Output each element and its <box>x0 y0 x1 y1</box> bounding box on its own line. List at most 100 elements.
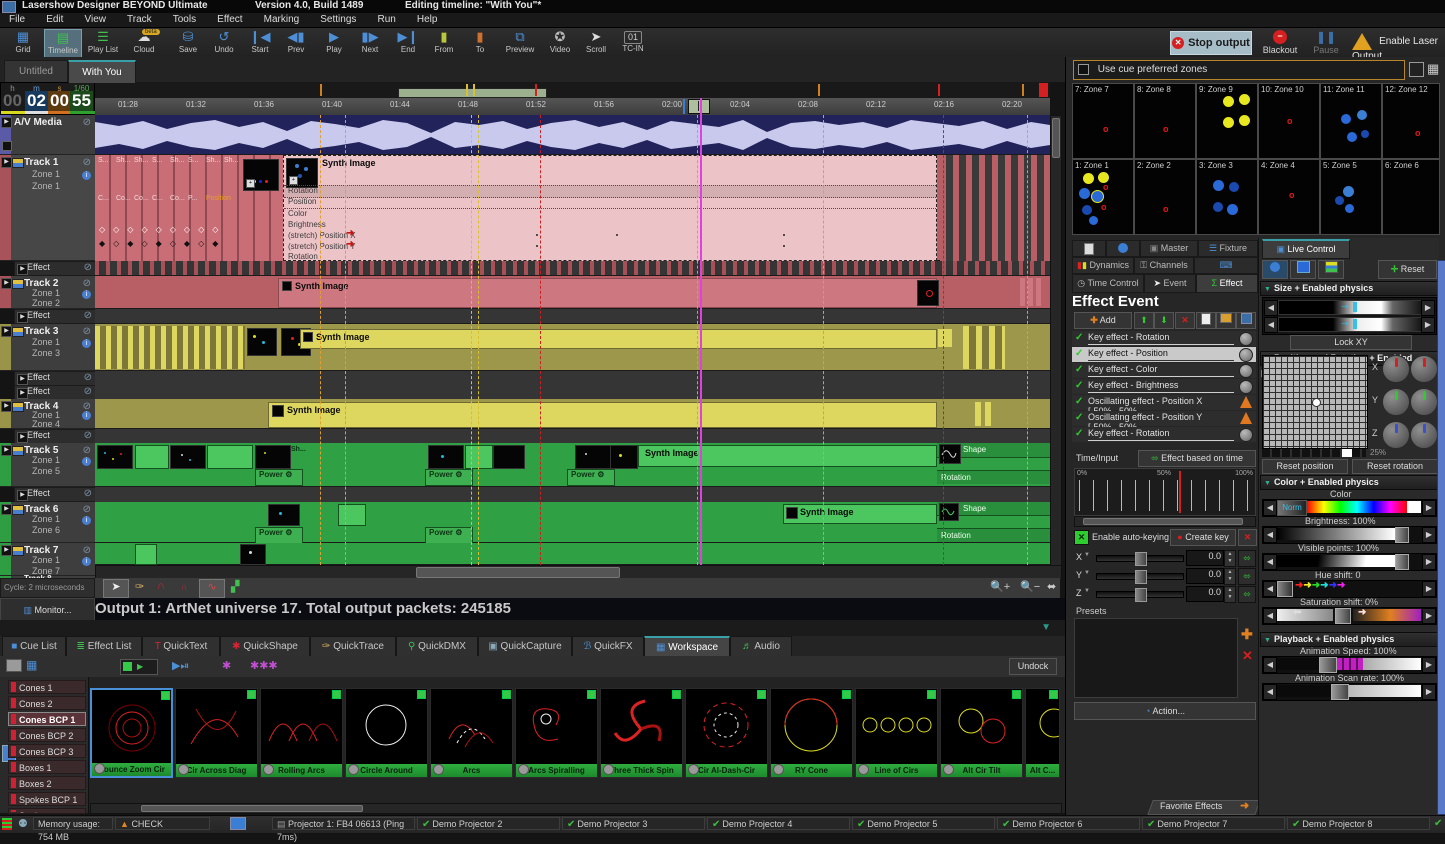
size-y-left-arrow[interactable]: ◀ <box>1264 317 1278 333</box>
color-norm-handle[interactable]: Norm <box>1277 500 1307 516</box>
clip-thumbnail[interactable]: + <box>286 158 318 188</box>
hue-shift-handle[interactable] <box>1277 581 1293 597</box>
tab-untitled[interactable]: Untitled <box>4 60 68 82</box>
zone-info-icon[interactable]: i <box>82 171 91 180</box>
track7-content[interactable] <box>95 543 1050 565</box>
x-spinner[interactable]: ▲▼ <box>1224 550 1236 567</box>
clip-thumbnail[interactable] <box>493 445 525 469</box>
zone-cell-3[interactable]: 3: Zone 3 <box>1196 159 1258 235</box>
track-header-6[interactable]: ▶ Track 6 ⊘ Zone 1 Zone 6 i <box>0 502 95 543</box>
clip-thumbnail[interactable] <box>610 445 638 469</box>
marker-strip[interactable] <box>95 82 1050 98</box>
z-spinner[interactable]: ▲▼ <box>1224 586 1236 603</box>
zone-cell-11[interactable]: 11: Zone 11 <box>1320 83 1382 159</box>
hue-shift-slider[interactable]: ◀ ➜➜➜➜➜➜ ▶ <box>1262 580 1437 598</box>
tab-effect[interactable]: Σ Effect <box>1196 274 1258 293</box>
track1-right-clips[interactable] <box>940 155 1050 261</box>
tab-quickdmx[interactable]: ⚲ QuickDMX <box>396 636 478 657</box>
page-cones-bcp-2[interactable]: Cones BCP 2 <box>8 728 86 742</box>
cue-ry-cone[interactable]: RY Cone <box>770 688 853 778</box>
size-y-slider[interactable]: ⇢ <box>1278 317 1422 332</box>
effect-strip[interactable] <box>95 371 1050 386</box>
clip-thumbnail[interactable] <box>240 544 266 565</box>
save-button[interactable]: ⛁Save <box>172 29 204 56</box>
synth-image-clip[interactable]: Synth Image <box>278 278 937 308</box>
track3-bars[interactable] <box>95 326 245 369</box>
tab-time-control[interactable]: ◷ Time Control <box>1072 274 1144 293</box>
event-key-color[interactable]: ✓Key effect - Color <box>1072 363 1256 378</box>
expand-icon[interactable]: ▶ <box>1 117 12 128</box>
effect-row-header[interactable]: Effect⊘▶ <box>14 385 97 400</box>
track-header-1[interactable]: ▶ Track 1 ⊘ Zone 1 Zone 1 i <box>0 155 95 261</box>
folder-icon[interactable] <box>6 659 22 672</box>
monitor-button[interactable]: ▥ Monitor... <box>0 598 95 622</box>
presets-box[interactable] <box>1074 618 1238 698</box>
zoom-out-icon[interactable]: 🔍− <box>1020 580 1040 593</box>
use-cue-preferred-zones[interactable]: Use cue preferred zones <box>1073 60 1405 80</box>
tab-workspace[interactable]: ▦ Workspace <box>644 636 730 658</box>
clip-thumbnail[interactable] <box>917 280 939 306</box>
tab-quicktext[interactable]: T QuickText <box>142 636 220 657</box>
disable-icon[interactable]: ⊘ <box>83 117 91 128</box>
cue-bounce-zoom-cir[interactable]: Bounce Zoom Cir <box>90 688 173 778</box>
track4-content[interactable]: Synth Image <box>95 399 1050 429</box>
clip-thumbnail[interactable] <box>268 504 300 526</box>
menu-settings[interactable]: Settings <box>311 13 365 26</box>
menu-view[interactable]: View <box>75 13 115 26</box>
power-effect[interactable]: Power ⚙ <box>425 527 473 544</box>
move-down-button[interactable]: ⬇ <box>1154 312 1174 329</box>
solo-toggle[interactable] <box>2 141 12 151</box>
power-effect[interactable]: Power ⚙ <box>255 469 303 486</box>
size-x-right-arrow[interactable]: ▶ <box>1421 300 1435 316</box>
add-preset-icon[interactable]: ✚ <box>1241 626 1253 643</box>
menu-help[interactable]: Help <box>408 13 447 26</box>
cue-line-of-cirs[interactable]: Line of Cirs <box>855 688 938 778</box>
synth-image-clip[interactable]: Synth Image <box>638 445 937 467</box>
effect-strip[interactable] <box>95 487 1050 503</box>
effect-strip[interactable] <box>95 261 1050 276</box>
zone-cell-5[interactable]: 5: Zone 5 <box>1320 159 1382 235</box>
lc-globe-button[interactable] <box>1262 260 1288 279</box>
clip-thumbnail[interactable] <box>97 445 133 469</box>
menu-edit[interactable]: Edit <box>37 13 72 26</box>
menu-track[interactable]: Track <box>118 13 161 26</box>
menu-run[interactable]: Run <box>368 13 404 26</box>
zone-cell-10[interactable]: 10: Zone 10o <box>1258 83 1320 159</box>
visible-points-handle[interactable] <box>1395 554 1409 570</box>
undock-button[interactable]: Undock <box>1009 658 1057 675</box>
transport-icons[interactable]: ▶⏯ <box>172 659 189 673</box>
zone-cell-6[interactable]: 6: Zone 6 <box>1382 159 1440 235</box>
effect-row-header[interactable]: Effect⊘▶ <box>14 309 97 324</box>
synth-image-clip[interactable]: Synth Image <box>300 329 937 349</box>
track5-content[interactable]: Sh... Sh... Synth Image Power ⚙ Power ⚙ … <box>95 443 1050 487</box>
y-rotation-knob[interactable] <box>1410 388 1438 416</box>
power-effect[interactable]: Power ⚙ <box>255 527 303 544</box>
y-position-knob[interactable] <box>1382 388 1410 416</box>
y-apply-button[interactable]: ⬄ <box>1238 568 1256 585</box>
tab-globe-icon[interactable] <box>1106 240 1140 257</box>
zoom-step-strip[interactable] <box>1262 449 1366 457</box>
magnet-tool-icon[interactable]: ∩ <box>157 580 165 592</box>
zone-cell-4[interactable]: 4: Zone 4o <box>1258 159 1320 235</box>
av-waveform[interactable] <box>95 115 1050 155</box>
time-cursor[interactable] <box>1179 471 1181 513</box>
page-cones-bcp-3[interactable]: Cones BCP 3 <box>8 744 86 758</box>
play-button[interactable]: ▶Play <box>318 29 350 56</box>
clip-thumbnail[interactable] <box>247 328 277 356</box>
tab-fixture[interactable]: ☰ Fixture <box>1198 240 1258 257</box>
collapse-arrow-icon[interactable]: ▼ <box>1041 622 1051 633</box>
auto-keying-checkbox[interactable]: ✕ <box>1074 530 1089 545</box>
open-file-button[interactable] <box>1216 312 1236 329</box>
checkbox[interactable] <box>1078 64 1089 75</box>
x-slider[interactable] <box>1096 555 1184 562</box>
clip-thumbnail[interactable] <box>575 445 611 469</box>
effect-strip[interactable] <box>95 309 1050 324</box>
position-pad[interactable] <box>1262 355 1368 449</box>
zoom-fit-icon[interactable]: ⬌ <box>1047 580 1056 593</box>
zone-cell-2[interactable]: 2: Zone 2o <box>1134 159 1196 235</box>
undo-button[interactable]: ↺Undo <box>208 29 240 56</box>
projector-3[interactable]: ✔Demo Projector 3 <box>562 817 705 830</box>
start-button[interactable]: ❙◀Start <box>244 29 276 56</box>
size-y-right-arrow[interactable]: ▶ <box>1421 317 1435 333</box>
clip-thumbnail[interactable] <box>939 503 959 521</box>
